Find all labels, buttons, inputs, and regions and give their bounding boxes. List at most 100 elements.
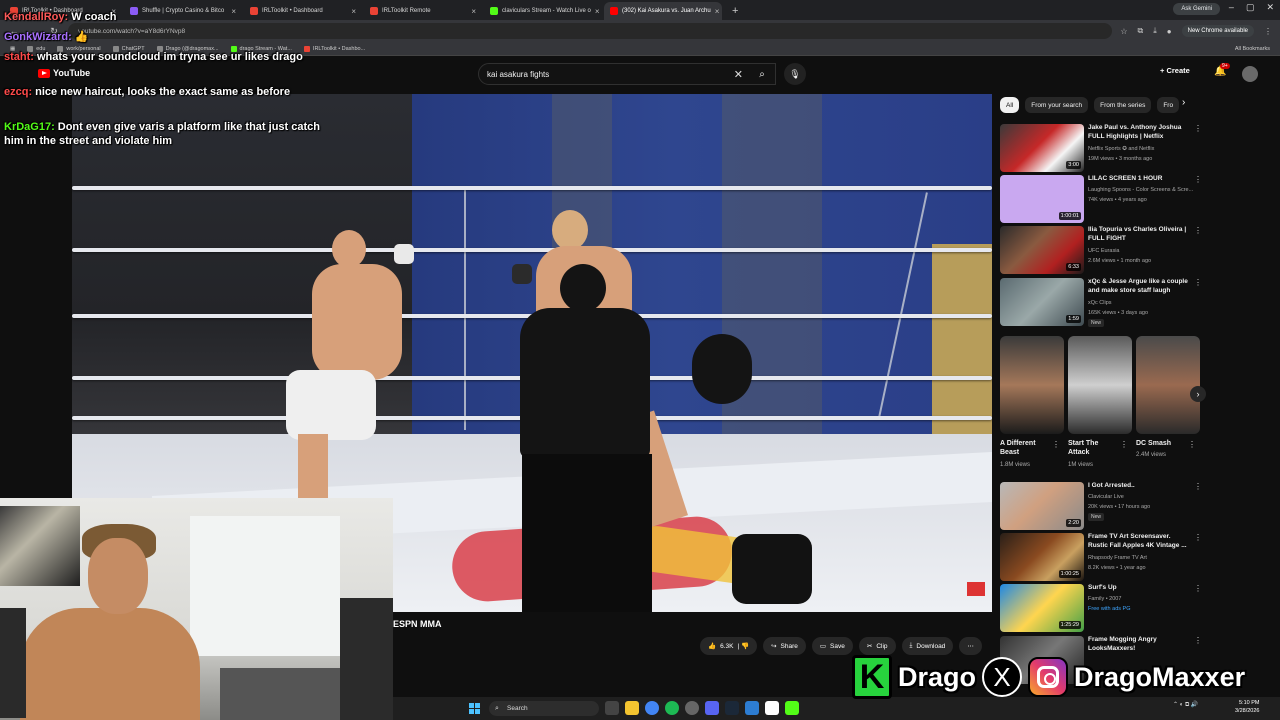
video-thumbnail[interactable]: 1:25:29 — [1000, 584, 1084, 632]
channel-name[interactable]: Laughing Spoons - Color Screens & Scre..… — [1088, 187, 1193, 193]
windows-start-icon[interactable] — [469, 703, 480, 714]
create-button[interactable]: + Create — [1160, 66, 1190, 75]
recommended-video[interactable]: 3:00 Jake Paul vs. Anthony Joshua FULL H… — [1000, 124, 1202, 172]
close-icon[interactable]: × — [231, 7, 236, 16]
recommended-video[interactable]: 1:00:25 Frame TV Art Screensaver. Rustic… — [1000, 533, 1202, 581]
more-options-icon[interactable]: ⋮ — [1052, 440, 1060, 449]
video-thumbnail[interactable]: 1:00:01 — [1000, 175, 1084, 223]
maximize-icon[interactable]: ▢ — [1246, 2, 1255, 13]
more-options-icon[interactable]: ⋮ — [1188, 440, 1196, 449]
channel-name[interactable]: Netflix Sports ✪ and Netflix — [1088, 146, 1154, 152]
video-title[interactable]: I Got Arrested.. — [1088, 482, 1190, 491]
video-title[interactable]: Jake Paul vs. Anthony Joshua FULL Highli… — [1088, 124, 1190, 141]
video-title[interactable]: Surf's Up — [1088, 584, 1190, 593]
video-thumbnail[interactable]: 1:00:25 — [1000, 533, 1084, 581]
chevron-right-icon[interactable]: › — [1182, 97, 1185, 108]
browser-tab-active[interactable]: (302) Kai Asakura vs. Juan Archu × — [604, 2, 722, 20]
short-thumbnail[interactable] — [1136, 336, 1200, 434]
close-icon[interactable]: × — [471, 7, 476, 16]
voice-search-button[interactable]: 🎙 — [784, 63, 806, 85]
video-thumbnail[interactable]: 3:00 — [1000, 124, 1084, 172]
recommended-video[interactable]: 2:20 I Got Arrested.. Clavicular Live 20… — [1000, 482, 1202, 530]
close-icon[interactable]: × — [715, 7, 720, 16]
recommended-video[interactable]: 1:59 xQc & Jesse Argue like a couple and… — [1000, 278, 1202, 327]
channel-name[interactable]: Family • 2007 — [1088, 596, 1121, 602]
short-title[interactable]: DC Smash — [1136, 439, 1188, 448]
update-chrome-button[interactable]: New Chrome available — [1181, 25, 1254, 37]
recommended-video[interactable]: 1:00:01 LILAC SCREEN 1 HOUR Laughing Spo… — [1000, 175, 1202, 223]
share-button[interactable]: ↪ Share — [763, 637, 806, 655]
channel-name[interactable]: UFC Eurasia — [1088, 248, 1119, 254]
url-input[interactable]: youtube.com/watch?v=aY8d6rYNvp8 — [68, 23, 1113, 39]
more-options-icon[interactable]: ⋮ — [1194, 124, 1202, 133]
channel-name[interactable]: xQc Clips — [1088, 300, 1112, 306]
obs-icon[interactable] — [685, 701, 699, 715]
shorts-next-button[interactable]: › — [1190, 386, 1206, 402]
profile-icon[interactable]: ● — [1167, 27, 1172, 36]
short-title[interactable]: A Different Beast — [1000, 439, 1052, 457]
more-options-icon[interactable]: ⋮ — [1194, 482, 1202, 491]
video-title[interactable]: xQc & Jesse Argue like a couple and make… — [1088, 278, 1190, 295]
more-options-icon[interactable]: ⋮ — [1194, 533, 1202, 542]
discord-icon[interactable] — [705, 701, 719, 715]
youtube-logo[interactable]: YouTube — [38, 68, 90, 78]
like-button[interactable]: 👍 6.3K | 👎 — [700, 637, 758, 655]
video-title[interactable]: Frame TV Art Screensaver. Rustic Fall Ap… — [1088, 533, 1190, 550]
video-thumbnail[interactable]: 2:20 — [1000, 482, 1084, 530]
ask-gemini-button[interactable]: Ask Gemini — [1173, 3, 1220, 15]
short-thumbnail[interactable] — [1068, 336, 1132, 434]
file-explorer-icon[interactable] — [625, 701, 639, 715]
more-options-icon[interactable]: ⋮ — [1120, 440, 1128, 449]
chrome-icon[interactable] — [645, 701, 659, 715]
browser-tab[interactable]: IRLToolkit • Dashboard × — [244, 2, 362, 20]
search-input[interactable]: kai asakura fights ✕ — [478, 63, 776, 85]
close-window-icon[interactable]: ✕ — [1266, 2, 1274, 13]
save-button[interactable]: ▭ Save — [811, 637, 853, 655]
thumbs-down-icon[interactable]: | 👎 — [737, 642, 749, 650]
app-icon[interactable] — [745, 701, 759, 715]
chip-more[interactable]: Fro — [1157, 97, 1180, 113]
notifications-button[interactable]: 🔔 9+ — [1214, 63, 1230, 77]
chip-all[interactable]: All — [1000, 97, 1020, 113]
video-thumbnail[interactable]: 1:59 — [1000, 278, 1084, 326]
avatar[interactable] — [1242, 66, 1258, 82]
chip-from-the-series[interactable]: From the series — [1094, 97, 1152, 113]
recommended-video[interactable]: 1:25:29 Surf's Up Family • 2007 Free wit… — [1000, 584, 1202, 632]
video-thumbnail[interactable]: 6:33 — [1000, 226, 1084, 274]
more-options-icon[interactable]: ⋮ — [1194, 278, 1202, 287]
chip-from-your-search[interactable]: From your search — [1025, 97, 1089, 113]
more-options-icon[interactable]: ⋮ — [1194, 584, 1202, 593]
menu-icon[interactable]: ⋮ — [1264, 27, 1272, 36]
short-thumbnail[interactable] — [1000, 336, 1064, 434]
browser-tab[interactable]: Shuffle | Crypto Casino & Bitco × — [124, 2, 242, 20]
close-icon[interactable]: × — [595, 7, 600, 16]
channel-name[interactable]: Clavicular Live — [1088, 494, 1124, 500]
new-tab-button[interactable]: + — [724, 2, 746, 20]
download-icon[interactable]: ⤓ — [1153, 26, 1157, 36]
spotify-icon[interactable] — [665, 701, 679, 715]
search-button[interactable]: ⌕ — [748, 63, 776, 85]
task-view-icon[interactable] — [605, 701, 619, 715]
short-title[interactable]: Start The Attack — [1068, 439, 1120, 457]
more-options-icon[interactable]: ⋮ — [1194, 175, 1202, 184]
all-bookmarks-button[interactable]: All Bookmarks — [1235, 46, 1270, 52]
video-title[interactable]: Ilia Topuria vs Charles Oliveira | FULL … — [1088, 226, 1190, 243]
steam-icon[interactable] — [725, 701, 739, 715]
notion-icon[interactable] — [765, 701, 779, 715]
close-icon[interactable]: × — [351, 7, 356, 16]
extensions-icon[interactable]: ⧉ — [1138, 26, 1144, 36]
channel-name[interactable]: ESPN MMA — [393, 619, 442, 629]
star-icon[interactable]: ☆ — [1120, 27, 1127, 36]
video-title[interactable]: LILAC SCREEN 1 HOUR — [1088, 175, 1190, 184]
browser-tab[interactable]: claviculars Stream - Watch Live o × — [484, 2, 602, 20]
taskbar-search-input[interactable]: ⌕ Search — [489, 701, 599, 716]
minimize-icon[interactable]: – — [1229, 2, 1234, 13]
kick-icon[interactable] — [785, 701, 799, 715]
channel-name[interactable]: Rhapsody Frame TV Art — [1088, 555, 1147, 561]
more-options-icon[interactable]: ⋮ — [1194, 636, 1202, 645]
browser-tab[interactable]: IRLToolkit Remote × — [364, 2, 482, 20]
clear-search-icon[interactable]: ✕ — [734, 68, 743, 81]
more-options-icon[interactable]: ⋮ — [1194, 226, 1202, 235]
tab-favicon-icon — [490, 7, 498, 15]
recommended-video[interactable]: 6:33 Ilia Topuria vs Charles Oliveira | … — [1000, 226, 1202, 274]
